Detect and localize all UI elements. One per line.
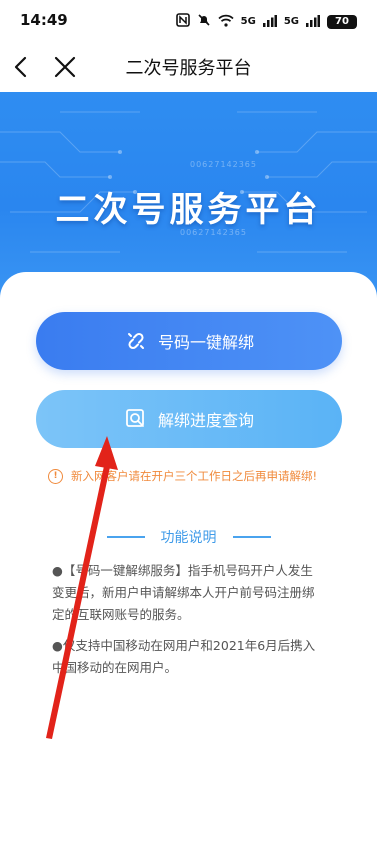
unbind-progress-query-button[interactable]: 解绑进度查询 [36, 390, 342, 448]
status-bar: 14:49 5G 5G 70 [0, 0, 377, 40]
info-icon: ! [48, 468, 63, 484]
main-card: 号码一键解绑 解绑进度查询 ! 新入网客户请在开户三个工作日之后再申请解绑! 功… [0, 272, 377, 841]
section-title: 功能说明 [160, 530, 217, 546]
nav-bar: 二次号服务平台 [0, 40, 377, 92]
unlink-icon [124, 329, 148, 353]
section-header: 功能说明 [0, 527, 377, 547]
signal-label-1: 5G [240, 16, 256, 27]
wifi-icon [218, 12, 234, 31]
notice-text: 新入网客户请在开户三个工作日之后再申请解绑! [71, 469, 318, 483]
divider [106, 536, 145, 538]
status-time: 14:49 [20, 11, 68, 29]
page-title: 二次号服务平台 [125, 58, 252, 79]
notice: ! 新入网客户请在开户三个工作日之后再申请解绑! [48, 468, 317, 484]
signal-icon [262, 12, 277, 31]
mute-icon [197, 12, 211, 31]
description-paragraph: ●【号码一键解绑服务】指手机号码开户人发生变更后，新用户申请解绑本人开户前号码注… [52, 563, 315, 622]
divider [232, 536, 271, 538]
description-paragraph: ●仅支持中国移动在网用户和2021年6月后携入中国移动的在网用户。 [52, 638, 316, 675]
nfc-icon [175, 12, 190, 31]
banner: 00627142365 00627142365 二次号服务平台 [0, 92, 377, 302]
unbind-progress-query-label: 解绑进度查询 [157, 411, 254, 430]
search-document-icon [124, 407, 148, 431]
banner-digits: 00627142365 [190, 160, 257, 169]
signal-label-2: 5G [283, 16, 299, 27]
one-click-unbind-label: 号码一键解绑 [157, 333, 254, 352]
status-icons: 5G 5G 70 [175, 12, 357, 31]
signal-icon [306, 12, 320, 31]
one-click-unbind-button[interactable]: 号码一键解绑 [36, 312, 342, 370]
banner-title: 二次号服务平台 [55, 190, 322, 230]
battery-icon: 70 [327, 14, 357, 29]
